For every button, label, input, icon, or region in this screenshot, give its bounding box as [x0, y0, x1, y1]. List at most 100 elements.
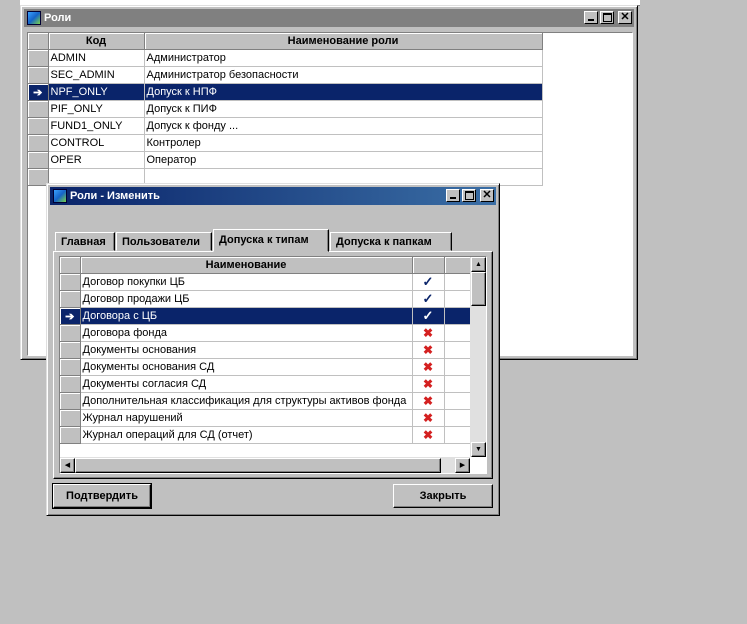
type-name-cell[interactable]: Документы согласия СД	[80, 375, 413, 393]
table-row[interactable]: PIF_ONLY Допуск к ПИФ	[28, 100, 543, 118]
check-icon[interactable]: ✓	[423, 291, 434, 306]
check-icon[interactable]: ✓	[423, 274, 434, 289]
table-row[interactable]: ADMIN Администратор	[28, 49, 543, 67]
cross-icon[interactable]: ✖	[423, 326, 433, 340]
cross-icon[interactable]: ✖	[423, 411, 433, 425]
type-name-cell[interactable]: Документы основания СД	[80, 358, 413, 376]
extra-cell[interactable]	[444, 273, 471, 291]
column-header-name[interactable]: Наименование	[80, 257, 413, 274]
type-name-cell[interactable]: Договор продажи ЦБ	[80, 290, 413, 308]
row-indicator[interactable]	[28, 117, 49, 135]
table-row[interactable]: Документы основания СД ✖	[60, 358, 471, 376]
table-row[interactable]: ➔ NPF_ONLY Допуск к НПФ	[28, 83, 543, 101]
cross-icon[interactable]: ✖	[423, 377, 433, 391]
type-name-cell[interactable]: Договор покупки ЦБ	[80, 273, 413, 291]
role-edit-titlebar[interactable]: Роли - Изменить ✕	[50, 187, 496, 205]
row-indicator[interactable]	[28, 66, 49, 84]
column-header-allowed[interactable]	[412, 257, 445, 274]
extra-cell[interactable]	[444, 358, 471, 376]
role-name-cell[interactable]: Допуск к фонду ...	[144, 117, 543, 135]
scroll-left-button[interactable]: ◀	[60, 458, 75, 473]
role-code-cell[interactable]: PIF_ONLY	[48, 100, 145, 118]
table-row[interactable]: Документы основания ✖	[60, 341, 471, 359]
allowed-cell[interactable]: ✖	[412, 341, 445, 359]
row-indicator[interactable]	[28, 100, 49, 118]
allowed-cell[interactable]: ✖	[412, 409, 445, 427]
type-name-cell[interactable]: Документы основания	[80, 341, 413, 359]
close-button[interactable]: ✕	[480, 189, 494, 202]
table-row[interactable]: Договора фонда ✖	[60, 324, 471, 342]
row-indicator[interactable]: ➔	[28, 83, 49, 101]
row-indicator[interactable]	[60, 341, 81, 359]
maximize-button[interactable]	[600, 11, 614, 24]
table-row[interactable]: FUND1_ONLY Допуск к фонду ...	[28, 117, 543, 135]
close-dialog-button[interactable]: Закрыть	[393, 484, 493, 508]
minimize-button[interactable]	[446, 189, 460, 202]
table-row[interactable]: Журнал операций для СД (отчет) ✖	[60, 426, 471, 444]
roles-titlebar[interactable]: Роли ✕	[24, 9, 634, 27]
type-name-cell[interactable]: Договора фонда	[80, 324, 413, 342]
allowed-cell[interactable]: ✓	[412, 307, 445, 325]
scroll-down-button[interactable]: ▼	[471, 442, 486, 457]
type-name-cell[interactable]: Договора с ЦБ	[80, 307, 413, 325]
extra-cell[interactable]	[444, 426, 471, 444]
role-name-cell[interactable]: Администратор	[144, 49, 543, 67]
role-code-cell[interactable]: CONTROL	[48, 134, 145, 152]
table-row[interactable]: Договор покупки ЦБ ✓	[60, 273, 471, 291]
table-row[interactable]: OPER Оператор	[28, 151, 543, 169]
row-indicator[interactable]	[60, 273, 81, 291]
type-name-cell[interactable]: Журнал нарушений	[80, 409, 413, 427]
column-header-role-name[interactable]: Наименование роли	[144, 33, 543, 50]
tab-type-permissions[interactable]: Допуска к типам	[213, 229, 329, 252]
extra-cell[interactable]	[444, 375, 471, 393]
row-indicator[interactable]	[60, 375, 81, 393]
row-indicator[interactable]	[60, 358, 81, 376]
scroll-right-button[interactable]: ▶	[455, 458, 470, 473]
role-name-cell[interactable]: Допуск к ПИФ	[144, 100, 543, 118]
table-row[interactable]: ➔ Договора с ЦБ ✓	[60, 307, 471, 325]
row-indicator[interactable]	[28, 168, 49, 186]
row-indicator[interactable]	[60, 324, 81, 342]
extra-cell[interactable]	[444, 290, 471, 308]
table-row[interactable]: Дополнительная классификация для структу…	[60, 392, 471, 410]
vertical-scroll-thumb[interactable]	[471, 272, 486, 306]
maximize-button[interactable]	[462, 189, 476, 202]
table-row[interactable]: SEC_ADMIN Администратор безопасности	[28, 66, 543, 84]
cross-icon[interactable]: ✖	[423, 428, 433, 442]
role-code-cell[interactable]: OPER	[48, 151, 145, 169]
role-name-cell[interactable]: Администратор безопасности	[144, 66, 543, 84]
type-name-cell[interactable]: Дополнительная классификация для структу…	[80, 392, 413, 410]
cross-icon[interactable]: ✖	[423, 343, 433, 357]
table-row[interactable]: CONTROL Контролер	[28, 134, 543, 152]
table-row[interactable]: Документы согласия СД ✖	[60, 375, 471, 393]
row-indicator[interactable]	[28, 134, 49, 152]
row-indicator[interactable]	[60, 426, 81, 444]
table-row[interactable]: Договор продажи ЦБ ✓	[60, 290, 471, 308]
tab-main[interactable]: Главная	[55, 232, 115, 251]
type-name-cell[interactable]: Журнал операций для СД (отчет)	[80, 426, 413, 444]
cross-icon[interactable]: ✖	[423, 360, 433, 374]
role-name-cell[interactable]: Допуск к НПФ	[144, 83, 543, 101]
role-name-cell[interactable]: Оператор	[144, 151, 543, 169]
role-code-cell[interactable]: NPF_ONLY	[48, 83, 145, 101]
close-button[interactable]: ✕	[618, 11, 632, 24]
role-code-cell[interactable]: SEC_ADMIN	[48, 66, 145, 84]
cross-icon[interactable]: ✖	[423, 394, 433, 408]
allowed-cell[interactable]: ✖	[412, 426, 445, 444]
scroll-up-button[interactable]: ▲	[471, 257, 486, 272]
allowed-cell[interactable]: ✖	[412, 375, 445, 393]
column-header-extra[interactable]	[444, 257, 471, 274]
row-indicator[interactable]	[60, 409, 81, 427]
row-indicator[interactable]	[28, 151, 49, 169]
row-indicator[interactable]	[28, 49, 49, 67]
allowed-cell[interactable]: ✖	[412, 324, 445, 342]
extra-cell[interactable]	[444, 307, 471, 325]
tab-folder-permissions[interactable]: Допуска к папкам	[330, 232, 452, 251]
extra-cell[interactable]	[444, 324, 471, 342]
allowed-cell[interactable]: ✖	[412, 392, 445, 410]
allowed-cell[interactable]: ✓	[412, 290, 445, 308]
row-indicator[interactable]: ➔	[60, 307, 81, 325]
minimize-button[interactable]	[584, 11, 598, 24]
table-row[interactable]: Журнал нарушений ✖	[60, 409, 471, 427]
horizontal-scroll-thumb[interactable]	[75, 458, 441, 473]
